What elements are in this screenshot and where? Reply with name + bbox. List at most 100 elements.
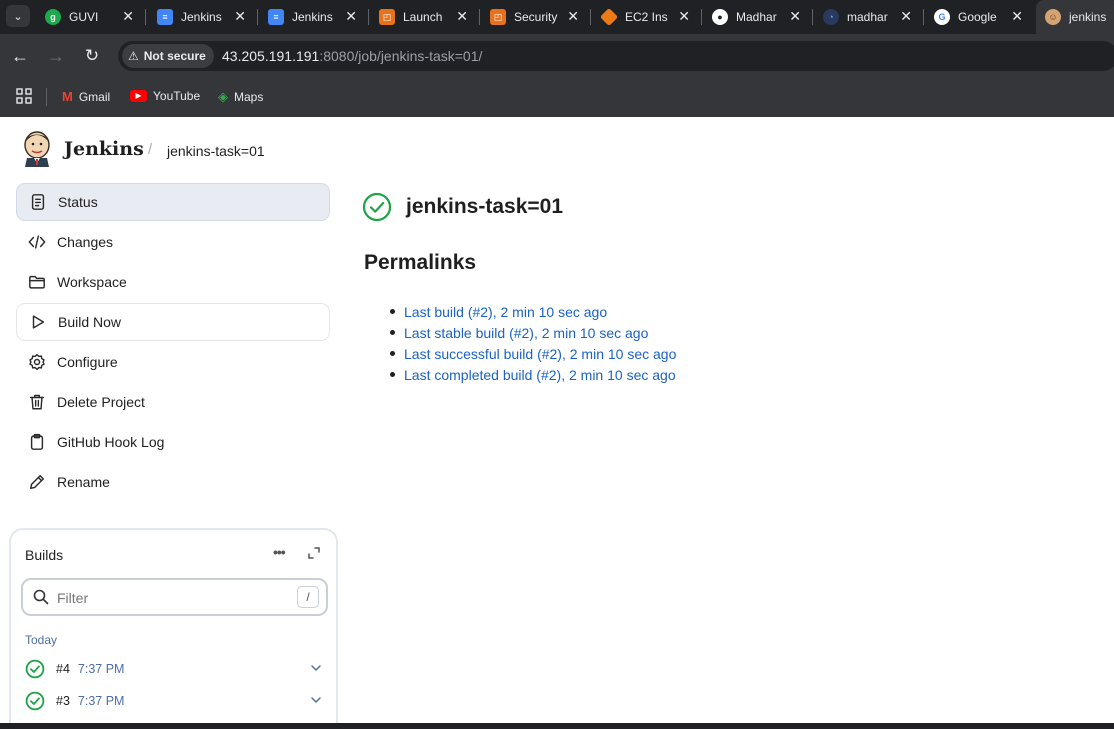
maps-icon: ◈ (218, 89, 228, 104)
build-number[interactable]: #4 (56, 662, 70, 676)
tab-divider (479, 9, 480, 25)
warning-icon: ⚠ (128, 49, 139, 63)
tab-divider (812, 9, 813, 25)
tab-madhar[interactable]: ◔ madhar ✕ (814, 0, 922, 34)
google-docs-icon: ≡ (268, 9, 284, 25)
tab-title: jenkins (1069, 10, 1107, 24)
google-icon: G (934, 9, 950, 25)
chevron-down-icon[interactable] (309, 693, 323, 707)
permalinks-list: Last build (#2), 2 min 10 sec ago Last s… (389, 303, 676, 387)
sidebar-item-label: Workspace (57, 274, 127, 290)
ec2-icon (599, 7, 619, 27)
close-icon[interactable]: ✕ (345, 9, 357, 23)
sidebar-item-delete-project[interactable]: Delete Project (16, 383, 330, 421)
tab-jenkins-active[interactable]: ☺ jenkins (1036, 0, 1114, 34)
omnibox[interactable]: ⚠ Not secure 43.205.191.191:8080/job/jen… (118, 41, 1114, 71)
github-icon: ● (712, 9, 728, 25)
sidebar-item-configure[interactable]: Configure (16, 343, 330, 381)
permalink-last-successful-build[interactable]: Last successful build (#2), 2 min 10 sec… (404, 346, 676, 362)
filter-shortcut-key: / (297, 586, 319, 608)
tab-title: Launch (403, 10, 443, 24)
close-icon[interactable]: ✕ (900, 9, 912, 23)
apps-grid-icon[interactable] (16, 88, 32, 104)
tab-google[interactable]: G Google ✕ (925, 0, 1033, 34)
tab-title: EC2 Ins (625, 10, 668, 24)
tab-search-chevron-icon[interactable]: ⌄ (6, 5, 30, 27)
permalink-last-stable-build[interactable]: Last stable build (#2), 2 min 10 sec ago (404, 325, 648, 341)
sidebar-item-github-hook-log[interactable]: GitHub Hook Log (16, 423, 330, 461)
builds-group-label: Today (25, 633, 58, 647)
tab-ec2[interactable]: EC2 Ins ✕ (592, 0, 700, 34)
close-icon[interactable]: ✕ (234, 9, 246, 23)
reload-icon[interactable]: ↻ (82, 46, 102, 66)
success-check-icon (25, 691, 45, 711)
tab-title: Jenkins (292, 10, 333, 24)
sidebar-item-workspace[interactable]: Workspace (16, 263, 330, 301)
tab-title: Security (514, 10, 558, 24)
list-item: Last build (#2), 2 min 10 sec ago (389, 303, 676, 324)
sidebar-item-rename[interactable]: Rename (16, 463, 330, 501)
url-path: :8080/job/jenkins-task=01/ (319, 48, 483, 64)
bookmark-gmail[interactable]: M Gmail (62, 89, 110, 104)
build-row[interactable]: #4 7:37 PM (25, 657, 325, 681)
sidebar-item-label: GitHub Hook Log (57, 434, 165, 450)
url-host: 43.205.191.191 (222, 48, 320, 64)
builds-title: Builds (25, 547, 64, 563)
sidebar-item-label: Status (58, 194, 98, 210)
bookmarks-divider (46, 88, 47, 106)
builds-filter: / (21, 578, 328, 616)
build-number[interactable]: #3 (56, 694, 70, 708)
sidebar-item-label: Changes (57, 234, 114, 250)
list-item: Last completed build (#2), 2 min 10 sec … (389, 366, 676, 387)
filter-input[interactable] (57, 586, 277, 610)
tab-jenkins-doc-1[interactable]: ≡ Jenkins ✕ (148, 0, 256, 34)
permalink-last-build[interactable]: Last build (#2), 2 min 10 sec ago (404, 304, 607, 320)
expand-icon[interactable] (307, 546, 321, 560)
tab-security[interactable]: ◰ Security ✕ (481, 0, 589, 34)
build-row[interactable]: #3 7:37 PM (25, 689, 325, 713)
build-time: 7:37 PM (77, 662, 125, 676)
back-arrow-icon[interactable]: ← (10, 46, 30, 66)
status-icon (28, 192, 48, 212)
tab-title: Madhar (736, 10, 777, 24)
jenkins-icon: ☺ (1045, 9, 1061, 25)
sidebar-item-build-now[interactable]: Build Now (16, 303, 330, 341)
clipboard-icon (27, 432, 47, 452)
folder-icon (27, 272, 47, 292)
sidebar-item-changes[interactable]: Changes (16, 223, 330, 261)
close-icon[interactable]: ✕ (567, 9, 579, 23)
close-icon[interactable]: ✕ (1011, 9, 1023, 23)
job-success-icon (362, 192, 392, 222)
close-icon[interactable]: ✕ (456, 9, 468, 23)
success-check-icon (25, 659, 45, 679)
tab-launch[interactable]: ◰ Launch ✕ (370, 0, 478, 34)
jenkins-logo-icon[interactable] (22, 131, 52, 167)
build-time: 7:37 PM (77, 694, 125, 708)
sidebar-item-label: Configure (57, 354, 118, 370)
forward-arrow-icon[interactable]: → (46, 46, 66, 66)
jenkins-brand[interactable]: Jenkins (64, 138, 144, 160)
search-icon (33, 589, 49, 605)
bookmarks-bar: M Gmail ▶ YouTube ◈ Maps (0, 78, 1114, 117)
bookmark-maps[interactable]: ◈ Maps (218, 89, 263, 105)
security-chip[interactable]: ⚠ Not secure (122, 44, 214, 68)
close-icon[interactable]: ✕ (122, 9, 134, 23)
tab-divider (701, 9, 702, 25)
bookmark-youtube[interactable]: ▶ YouTube (130, 89, 200, 103)
sidebar-item-status[interactable]: Status (16, 183, 330, 221)
youtube-icon: ▶ (130, 90, 147, 102)
close-icon[interactable]: ✕ (789, 9, 801, 23)
close-icon[interactable]: ✕ (678, 9, 690, 23)
tab-github[interactable]: ● Madhar ✕ (703, 0, 811, 34)
more-options-icon[interactable]: ••• (273, 544, 286, 560)
sidebar-item-label: Delete Project (57, 394, 145, 410)
url-text[interactable]: 43.205.191.191:8080/job/jenkins-task=01/ (222, 48, 482, 64)
permalink-last-completed-build[interactable]: Last completed build (#2), 2 min 10 sec … (404, 367, 676, 383)
chevron-down-icon[interactable] (309, 661, 323, 675)
breadcrumb-job[interactable]: jenkins-task=01 (167, 143, 265, 159)
page-title: jenkins-task=01 (406, 195, 564, 218)
tab-divider (368, 9, 369, 25)
tab-jenkins-doc-2[interactable]: ≡ Jenkins ✕ (259, 0, 367, 34)
bookmark-label: YouTube (153, 89, 201, 103)
tab-guvi[interactable]: g GUVI ✕ (36, 0, 144, 34)
